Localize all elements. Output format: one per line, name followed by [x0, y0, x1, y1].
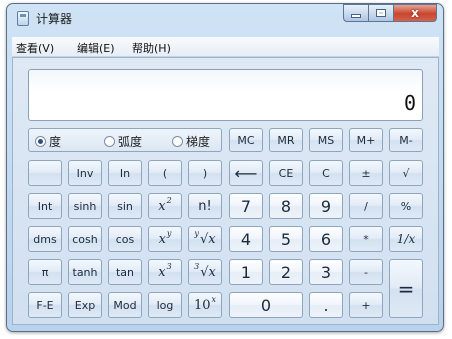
minimize-icon — [351, 14, 361, 18]
angle-mode-group: 度 弧度 梯度 — [28, 128, 222, 152]
radio-radians[interactable]: 弧度 — [104, 133, 142, 150]
ten-power-x-button[interactable]: 10 x — [188, 292, 222, 318]
reciprocal-button[interactable]: 1/x — [389, 226, 423, 252]
sin-button[interactable]: sin — [108, 193, 142, 219]
radio-gradians-label: 梯度 — [186, 135, 211, 149]
y-root-radical: √x — [199, 231, 216, 247]
c-button[interactable]: C — [309, 160, 343, 186]
exp-button[interactable]: Exp — [68, 292, 102, 318]
x-squared-exponent: 2 — [166, 195, 172, 205]
window-title: 计算器 — [36, 12, 73, 26]
y-root-x-button[interactable]: y √x — [188, 226, 222, 252]
radio-degrees-label: 度 — [49, 135, 62, 149]
close-paren-button[interactable]: ) — [188, 160, 222, 186]
backspace-button[interactable]: ⟵ — [229, 160, 263, 186]
ce-button[interactable]: CE — [269, 160, 303, 186]
menu-bar: 查看(V) 编辑(E) 帮助(H) — [12, 37, 439, 57]
backspace-icon: ⟵ — [234, 163, 258, 183]
fe-button[interactable]: F-E — [28, 292, 62, 318]
mod-button[interactable]: Mod — [108, 292, 142, 318]
cos-button[interactable]: cos — [108, 226, 142, 252]
window-controls: x — [343, 4, 437, 23]
divide-button[interactable]: / — [349, 193, 383, 219]
close-button[interactable]: x — [394, 4, 437, 22]
menu-edit[interactable]: 编辑(E) — [77, 40, 115, 56]
cube-root-index: 3 — [194, 261, 200, 271]
m-minus-button[interactable]: M- — [389, 128, 423, 152]
title-bar[interactable]: 计算器 x — [7, 4, 443, 32]
add-button[interactable]: + — [349, 292, 383, 318]
tanh-button[interactable]: tanh — [68, 259, 102, 285]
x-squared-button[interactable]: x2 — [148, 193, 182, 219]
minimize-button[interactable] — [343, 4, 369, 22]
radio-unselected-icon — [104, 136, 115, 147]
radio-degrees[interactable]: 度 — [35, 133, 61, 150]
mr-button[interactable]: MR — [269, 128, 303, 152]
mc-button[interactable]: MC — [229, 128, 263, 152]
x-power-y-button[interactable]: xy — [148, 226, 182, 252]
x-power-y-exponent: y — [166, 228, 172, 238]
digit-2-button[interactable]: 2 — [269, 259, 303, 285]
pi-button[interactable]: π — [28, 259, 62, 285]
menu-view[interactable]: 查看(V) — [16, 40, 54, 56]
factorial-button[interactable]: n! — [188, 193, 222, 219]
digit-8-button[interactable]: 8 — [269, 193, 303, 219]
blank-button[interactable] — [28, 160, 62, 186]
open-paren-button[interactable]: ( — [148, 160, 182, 186]
cube-root-radical: √x — [200, 264, 216, 280]
tan-button[interactable]: tan — [108, 259, 142, 285]
cosh-button[interactable]: cosh — [68, 226, 102, 252]
radio-radians-label: 弧度 — [118, 135, 143, 149]
radio-selected-icon — [35, 136, 46, 147]
equals-button[interactable]: = — [389, 259, 423, 318]
percent-button[interactable]: % — [389, 193, 423, 219]
int-button[interactable]: Int — [28, 193, 62, 219]
menu-help[interactable]: 帮助(H) — [132, 40, 171, 56]
digit-5-button[interactable]: 5 — [269, 226, 303, 252]
ln-button[interactable]: In — [108, 160, 142, 186]
digit-3-button[interactable]: 3 — [309, 259, 343, 285]
x-cubed-base: x — [158, 264, 166, 280]
calculator-window: 计算器 x 查看(V) 编辑(E) 帮助(H) 0 度 弧度 梯度 MC MR … — [6, 3, 444, 332]
x-cubed-exponent: 3 — [166, 261, 172, 271]
inv-button[interactable]: Inv — [68, 160, 102, 186]
result-display: 0 — [28, 69, 423, 121]
digit-9-button[interactable]: 9 — [309, 193, 343, 219]
decimal-button[interactable]: . — [309, 292, 343, 318]
sinh-button[interactable]: sinh — [68, 193, 102, 219]
maximize-icon — [376, 9, 386, 17]
ms-button[interactable]: MS — [309, 128, 343, 152]
x-squared-base: x — [158, 198, 166, 214]
x-power-y-base: x — [158, 231, 166, 247]
radio-gradians[interactable]: 梯度 — [172, 133, 210, 150]
ten-power-base: 10 — [193, 297, 211, 313]
digit-4-button[interactable]: 4 — [229, 226, 263, 252]
dms-button[interactable]: dms — [28, 226, 62, 252]
radio-unselected-icon — [172, 136, 183, 147]
cube-root-button[interactable]: 3 √x — [188, 259, 222, 285]
calculator-body: 0 度 弧度 梯度 MC MR MS M+ M- Inv In ( ) ⟵ CE… — [12, 57, 439, 325]
close-icon: x — [411, 6, 419, 20]
m-plus-button[interactable]: M+ — [349, 128, 383, 152]
digit-6-button[interactable]: 6 — [309, 226, 343, 252]
display-value: 0 — [403, 91, 416, 115]
maximize-button[interactable] — [369, 4, 394, 22]
y-root-index: y — [194, 228, 199, 238]
calculator-app-icon — [17, 11, 29, 26]
digit-0-button[interactable]: 0 — [229, 292, 303, 318]
sqrt-button[interactable]: √ — [389, 160, 423, 186]
log-button[interactable]: log — [148, 292, 182, 318]
digit-7-button[interactable]: 7 — [229, 193, 263, 219]
digit-1-button[interactable]: 1 — [229, 259, 263, 285]
ten-power-exponent: x — [211, 294, 217, 304]
subtract-button[interactable]: - — [349, 259, 383, 285]
plus-minus-button[interactable]: ± — [349, 160, 383, 186]
multiply-button[interactable]: * — [349, 226, 383, 252]
x-cubed-button[interactable]: x3 — [148, 259, 182, 285]
